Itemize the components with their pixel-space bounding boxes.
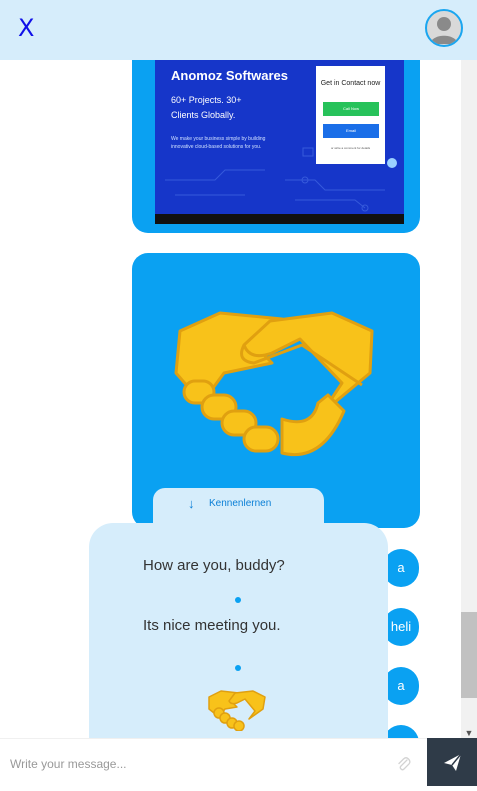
send-button[interactable]: [427, 738, 477, 786]
screenshot-call-button: Call Now: [323, 102, 379, 116]
send-icon: [444, 753, 462, 771]
separator-dot: [235, 597, 241, 603]
screenshot-contact-card: Get in Contact now Call Now Email or wri…: [316, 66, 385, 164]
handshake-icon[interactable]: [205, 683, 269, 731]
quick-reply-option[interactable]: Its nice meeting you.: [143, 617, 281, 634]
close-button[interactable]: X: [18, 14, 34, 42]
message-input[interactable]: [8, 751, 392, 777]
arrow-down-icon: ↓: [188, 496, 195, 511]
emoji-message-bubble[interactable]: [132, 253, 420, 528]
quick-reply-option[interactable]: How are you, buddy?: [143, 557, 285, 574]
user-avatar-icon[interactable]: [425, 9, 463, 47]
user-reply-bubble[interactable]: a: [383, 667, 419, 705]
screenshot-email-button: Email: [323, 124, 379, 138]
website-screenshot-image: Anomoz Softwares 60+ Projects. 30+ Clien…: [155, 60, 404, 224]
screenshot-body: We make your business simple by building…: [171, 136, 266, 150]
screenshot-title: Anomoz Softwares: [171, 68, 289, 83]
user-reply-bubble[interactable]: heli: [383, 608, 419, 646]
handshake-icon: [174, 311, 374, 457]
quick-reply-panel: How are you, buddy? Its nice meeting you…: [89, 523, 388, 738]
screenshot-card-footer: or write a comment for details: [330, 146, 371, 150]
screenshot-taskbar: [155, 214, 404, 224]
chat-messages[interactable]: Anomoz Softwares 60+ Projects. 30+ Clien…: [0, 60, 461, 738]
message-composer: [0, 738, 427, 787]
screenshot-subtitle: 60+ Projects. 30+ Clients Globally.: [171, 95, 242, 120]
screenshot-card-title: Get in Contact now: [320, 80, 381, 87]
quick-reply-tab-label[interactable]: Kennenlernen: [209, 498, 271, 509]
separator-dot: [235, 665, 241, 671]
user-reply-bubble[interactable]: aa: [383, 725, 419, 738]
user-reply-bubble[interactable]: a: [383, 549, 419, 587]
chat-header: X: [0, 0, 477, 60]
scrollbar-thumb[interactable]: [461, 612, 477, 698]
image-message-bubble[interactable]: Anomoz Softwares 60+ Projects. 30+ Clien…: [132, 60, 420, 233]
paperclip-icon[interactable]: [396, 756, 412, 772]
